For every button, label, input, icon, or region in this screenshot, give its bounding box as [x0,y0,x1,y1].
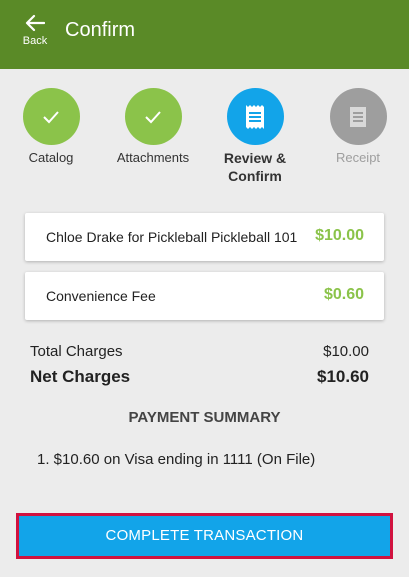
step-circle-attachments [124,88,182,145]
step-attachments[interactable]: Attachments [103,88,203,167]
receipt-icon [350,106,366,127]
line-item-amount: $0.60 [323,286,364,303]
app-header: Back Confirm [0,0,409,69]
arrow-left-icon [25,14,45,32]
step-label-catalog: Catalog [28,150,74,165]
net-charges-value: $10.60 [317,367,369,386]
total-charges-label: Total Charges [30,343,123,360]
step-label-review-confirm: Review & Confirm [223,150,287,184]
total-charges-value: $10.00 [323,343,369,360]
step-circle-catalog [22,88,80,145]
step-label-attachments: Attachments [116,150,190,165]
payment-line: 1. $10.60 on Visa ending in 1111 (On Fil… [37,451,316,468]
line-item-description: Convenience Fee [46,288,156,304]
line-item: Chloe Drake for Pickleball Pickleball 10… [25,213,384,261]
step-catalog[interactable]: Catalog [1,88,101,167]
check-icon [145,110,161,123]
page-title: Confirm [65,19,136,41]
step-review-confirm[interactable]: Review & Confirm [205,88,305,185]
check-icon [43,110,59,123]
step-circle-review [226,88,284,145]
line-item: Convenience Fee $0.60 [25,272,384,320]
payment-summary-title: PAYMENT SUMMARY [128,409,281,426]
step-receipt: Receipt [308,88,408,167]
step-label-receipt: Receipt [335,150,381,165]
back-label: Back [22,35,48,47]
line-item-description: Chloe Drake for Pickleball Pickleball 10… [46,229,298,245]
back-button[interactable]: Back [14,14,56,58]
line-item-amount: $10.00 [315,227,364,244]
step-circle-receipt [329,88,387,145]
net-charges-label: Net Charges [30,367,131,386]
receipt-icon [246,104,264,129]
complete-transaction-button[interactable]: COMPLETE TRANSACTION [16,513,393,559]
progress-steps: Catalog Attachments Review & Confirm Rec… [0,88,409,198]
